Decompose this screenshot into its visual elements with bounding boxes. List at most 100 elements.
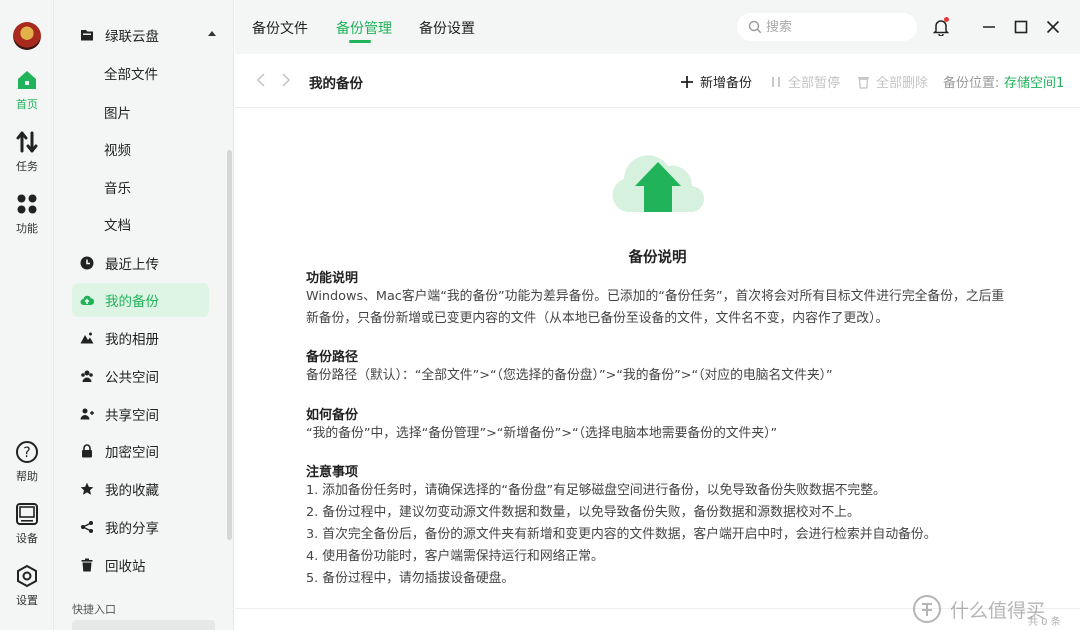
item-count: 共 0 条 [1028, 617, 1061, 628]
pause-all-label: 全部暂停 [788, 76, 841, 91]
page-title: 我的备份 [309, 76, 363, 92]
search-box[interactable] [737, 13, 917, 41]
sidebar-item-images[interactable]: 图片 [72, 95, 209, 129]
apps-icon [17, 194, 37, 214]
caret-up-icon[interactable] [208, 31, 216, 36]
section-text: Windows、Mac客户端“我的备份”功能为差异备份。已添加的“备份任务”，首… [306, 289, 1005, 326]
rail-label: 设备 [16, 532, 38, 545]
rail-label: 帮助 [16, 470, 38, 483]
rail-item-help[interactable]: ? 帮助 [0, 440, 54, 484]
forward-arrow-icon[interactable] [281, 72, 291, 88]
folder-icon [81, 30, 93, 41]
maximize-button[interactable] [1011, 17, 1031, 37]
close-button[interactable] [1043, 17, 1063, 37]
section-heading: 功能说明 [306, 271, 359, 286]
sidebar-item-my-backup[interactable]: 我的备份 [72, 283, 209, 317]
sidebar-item-recycle-bin[interactable]: 回收站 [72, 548, 209, 582]
sidebar-item-label: 文档 [104, 218, 131, 234]
doc-title: 备份说明 [628, 250, 687, 266]
add-backup-label: 新增备份 [700, 76, 753, 91]
home-icon [18, 71, 36, 89]
sidebar-item-my-shares[interactable]: 我的分享 [72, 510, 209, 544]
settings-icon [17, 564, 37, 588]
rail-item-tasks[interactable]: 任务 [0, 130, 54, 174]
sidebar-item-all-files[interactable]: 全部文件 [72, 56, 209, 90]
tab-backup-files[interactable]: 备份文件 [252, 18, 308, 38]
back-arrow-icon[interactable] [256, 72, 266, 88]
sidebar-item-label: 回收站 [105, 559, 146, 575]
sidebar-item-label: 公共空间 [105, 370, 159, 386]
delete-all-button[interactable]: 全部删除 [857, 72, 928, 91]
rail-item-functions[interactable]: 功能 [0, 192, 54, 236]
section-text: 2. 备份过程中，建议勿变动源文件数据和数量，以免导致备份失败，备份数据和源数据… [306, 505, 860, 520]
sidebar-item-label: 我的收藏 [105, 483, 159, 499]
sidebar-item-label: 加密空间 [105, 445, 159, 461]
rail-label: 设置 [16, 594, 38, 607]
section-text: 1. 添加备份任务时，请确保选择的“备份盘”有足够磁盘空间进行备份，以免导致备份… [306, 483, 886, 498]
rail-item-home[interactable]: 首页 [0, 68, 54, 112]
close-icon [1046, 20, 1060, 34]
rail-item-device[interactable]: 设备 [0, 502, 54, 546]
mountain-icon [80, 332, 94, 344]
section-text: “我的备份”中，选择“备份管理”>“新增备份”>“（选择电脑本地需要备份的文件夹… [306, 426, 778, 441]
section-text: 备份路径（默认）：“全部文件”>“（您选择的备份盘）”>“我的备份”>“（对应的… [306, 368, 833, 383]
active-tab-indicator [349, 40, 371, 43]
transfer-icon [16, 131, 38, 153]
plus-icon [681, 75, 693, 88]
tab-backup-settings[interactable]: 备份设置 [419, 18, 475, 38]
quick-entry-item[interactable] [72, 620, 215, 630]
quick-entry-heading: 快捷入口 [72, 603, 116, 616]
backup-location-label: 备份位置: [943, 76, 1000, 91]
sidebar-item-recent-uploads[interactable]: 最近上传 [72, 246, 209, 280]
sidebar-item-label: 我的相册 [105, 332, 159, 348]
tab-backup-manage[interactable]: 备份管理 [336, 18, 392, 38]
share-icon [81, 521, 93, 533]
trash-icon [81, 558, 93, 572]
sidebar-item-label: 音乐 [104, 181, 131, 197]
sidebar-item-favorites[interactable]: 我的收藏 [72, 472, 209, 506]
sidebar-item-label: 全部文件 [104, 67, 158, 83]
rail-label: 首页 [16, 98, 38, 111]
pause-icon [772, 76, 780, 87]
left-rail: 首页 任务 功能 ? 帮助 设备 设置 [0, 0, 54, 630]
pause-all-button[interactable]: 全部暂停 [770, 72, 840, 91]
avatar[interactable] [13, 22, 41, 50]
add-backup-button[interactable]: 新增备份 [680, 72, 752, 91]
sidebar-item-label: 最近上传 [105, 257, 159, 273]
search-icon [748, 20, 762, 34]
sidebar-item-docs[interactable]: 文档 [72, 207, 209, 241]
maximize-icon [1014, 20, 1028, 34]
sidebar-scrollbar[interactable] [227, 150, 232, 540]
section-text: 4. 使用备份功能时，客户端需保持运行和网络正常。 [306, 549, 604, 564]
section-text: 5. 备份过程中，请勿插拔设备硬盘。 [306, 571, 515, 586]
sidebar-item-label: 视频 [104, 143, 131, 159]
minimize-button[interactable] [979, 17, 999, 37]
star-icon [80, 482, 94, 495]
cloud-upload-icon [80, 295, 94, 306]
sidebar-item-public-space[interactable]: 公共空间 [72, 359, 209, 393]
group-icon [81, 370, 93, 382]
minimize-icon [983, 26, 995, 28]
rail-label: 功能 [16, 222, 38, 235]
sidebar-item-videos[interactable]: 视频 [72, 132, 209, 166]
svg-text:?: ? [23, 445, 30, 461]
sidebar-item-music[interactable]: 音乐 [72, 170, 209, 204]
backup-location-value[interactable]: 存储空间1 [1004, 72, 1064, 91]
trash-icon [858, 76, 869, 89]
top-bar: 备份文件 备份管理 备份设置 [235, 0, 1080, 54]
sidebar: 绿联云盘 全部文件 图片 视频 音乐 文档 最近上传 我的备份 我的相册 公共空… [54, 0, 234, 630]
sidebar-item-encrypted-space[interactable]: 加密空间 [72, 434, 209, 468]
sidebar-item-label: 共享空间 [105, 408, 159, 424]
notifications-button[interactable] [931, 17, 951, 37]
sidebar-item-label: 我的分享 [105, 521, 159, 537]
rail-item-settings[interactable]: 设置 [0, 564, 54, 608]
section-text: 3. 首次完全备份后，备份的源文件夹有新增和变更内容的文件数据，客户端开启中时，… [306, 527, 937, 542]
notification-badge [944, 17, 949, 22]
share-users-icon [80, 408, 94, 420]
sidebar-item-my-album[interactable]: 我的相册 [72, 321, 209, 355]
sidebar-item-shared-space[interactable]: 共享空间 [72, 397, 209, 431]
delete-all-label: 全部删除 [876, 76, 929, 91]
sidebar-item-cloud-disk[interactable]: 绿联云盘 [72, 18, 216, 52]
lock-icon [82, 444, 92, 458]
search-input[interactable] [766, 19, 886, 35]
